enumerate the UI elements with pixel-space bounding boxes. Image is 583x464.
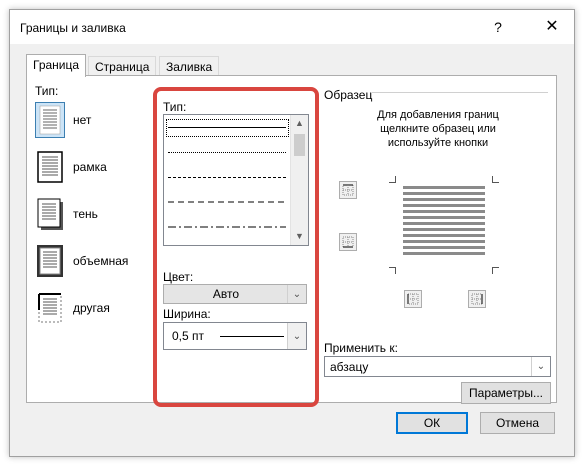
scroll-thumb[interactable] [294,134,305,156]
setting-shadow[interactable]: тень [35,196,155,234]
border-none-icon [35,102,65,138]
apply-to-dropdown[interactable]: абзацу ⌄ [324,356,551,377]
right-border-button[interactable] [468,290,486,308]
top-border-icon [342,184,354,196]
tab-border-label: Граница [33,58,80,72]
setting-box[interactable]: рамка [35,149,155,187]
options-button-label: Параметры... [469,386,543,400]
cancel-button-label: Отмена [495,416,540,430]
line-style-dotted[interactable] [168,152,286,153]
chevron-down-icon: ⌄ [531,357,550,376]
tab-border[interactable]: Граница [26,54,87,77]
setting-box-label: рамка [73,160,107,174]
width-value: 0,5 пт [172,329,205,343]
tab-shading[interactable]: Заливка [159,56,220,77]
ok-button[interactable]: ОК [396,412,468,434]
left-border-icon [407,293,419,305]
preview-instruction-line2: щелкните образец или [380,123,496,135]
close-icon[interactable]: ✕ [542,18,562,36]
preview-label: Образец [324,88,373,102]
color-value: Авто [212,287,240,301]
dialog-title: Границы и заливка [20,21,126,35]
line-style-list[interactable]: ▲ ▼ [163,114,309,246]
line-style-dashed-fine[interactable] [168,177,286,178]
border-box-icon [35,149,65,185]
style-label: Тип: [163,100,187,114]
color-dropdown[interactable]: Авто ⌄ [163,284,307,304]
setting-none[interactable]: нет [35,102,155,140]
options-button[interactable]: Параметры... [461,382,551,404]
bottom-border-button[interactable] [339,233,357,251]
setting-3d[interactable]: объемная [35,243,155,281]
preview-area[interactable] [389,172,499,278]
preview-divider [372,92,548,93]
setting-none-label: нет [73,113,92,127]
width-line-sample [220,336,284,337]
setting-custom-label: другая [73,301,110,315]
corner-mark-tr [492,176,499,183]
help-icon[interactable]: ? [488,18,508,36]
corner-mark-bl [389,267,396,274]
border-shadow-icon [35,196,65,232]
title-bar: Границы и заливка ? ✕ [10,10,574,44]
width-label: Ширина: [163,307,211,321]
setting-3d-label: объемная [73,254,129,268]
chevron-down-icon: ⌄ [287,285,306,303]
chevron-down-icon: ⌄ [287,323,306,349]
borders-and-shading-dialog: Границы и заливка ? ✕ Граница Страница З… [9,9,575,457]
line-style-scrollbar[interactable]: ▲ ▼ [290,115,308,245]
selected-line-style-focus [166,119,289,137]
cancel-button[interactable]: Отмена [480,412,555,434]
scroll-up-icon[interactable]: ▲ [291,115,308,132]
color-label: Цвет: [163,270,194,284]
preview-text-lines [403,186,485,255]
tab-panel: Тип: нет рамка тень объемная другая Тип:… [26,75,557,404]
tab-page-border-label: Страница [95,60,150,74]
line-style-solid[interactable] [168,127,286,128]
border-3d-icon [35,243,65,279]
tab-shading-label: Заливка [166,60,213,74]
setting-label: Тип: [35,84,59,98]
bottom-border-icon [342,236,354,248]
apply-to-label: Применить к: [324,341,398,355]
top-border-button[interactable] [339,181,357,199]
width-dropdown[interactable]: 0,5 пт ⌄ [163,322,307,350]
preview-instructions: Для добавления границ щелкните образец и… [363,108,513,150]
corner-mark-br [492,267,499,274]
tab-page-border[interactable]: Страница [88,56,157,77]
border-custom-icon [35,290,65,326]
left-border-button[interactable] [404,290,422,308]
corner-mark-tl [389,176,396,183]
scroll-down-icon[interactable]: ▼ [291,228,308,245]
preview-instruction-line3: используйте кнопки [387,137,489,149]
setting-shadow-label: тень [73,207,98,221]
right-border-icon [471,293,483,305]
setting-custom[interactable]: другая [35,290,155,328]
apply-to-value: абзацу [330,359,369,374]
preview-instruction-line1: Для добавления границ [377,109,499,121]
ok-button-label: ОК [423,416,441,430]
